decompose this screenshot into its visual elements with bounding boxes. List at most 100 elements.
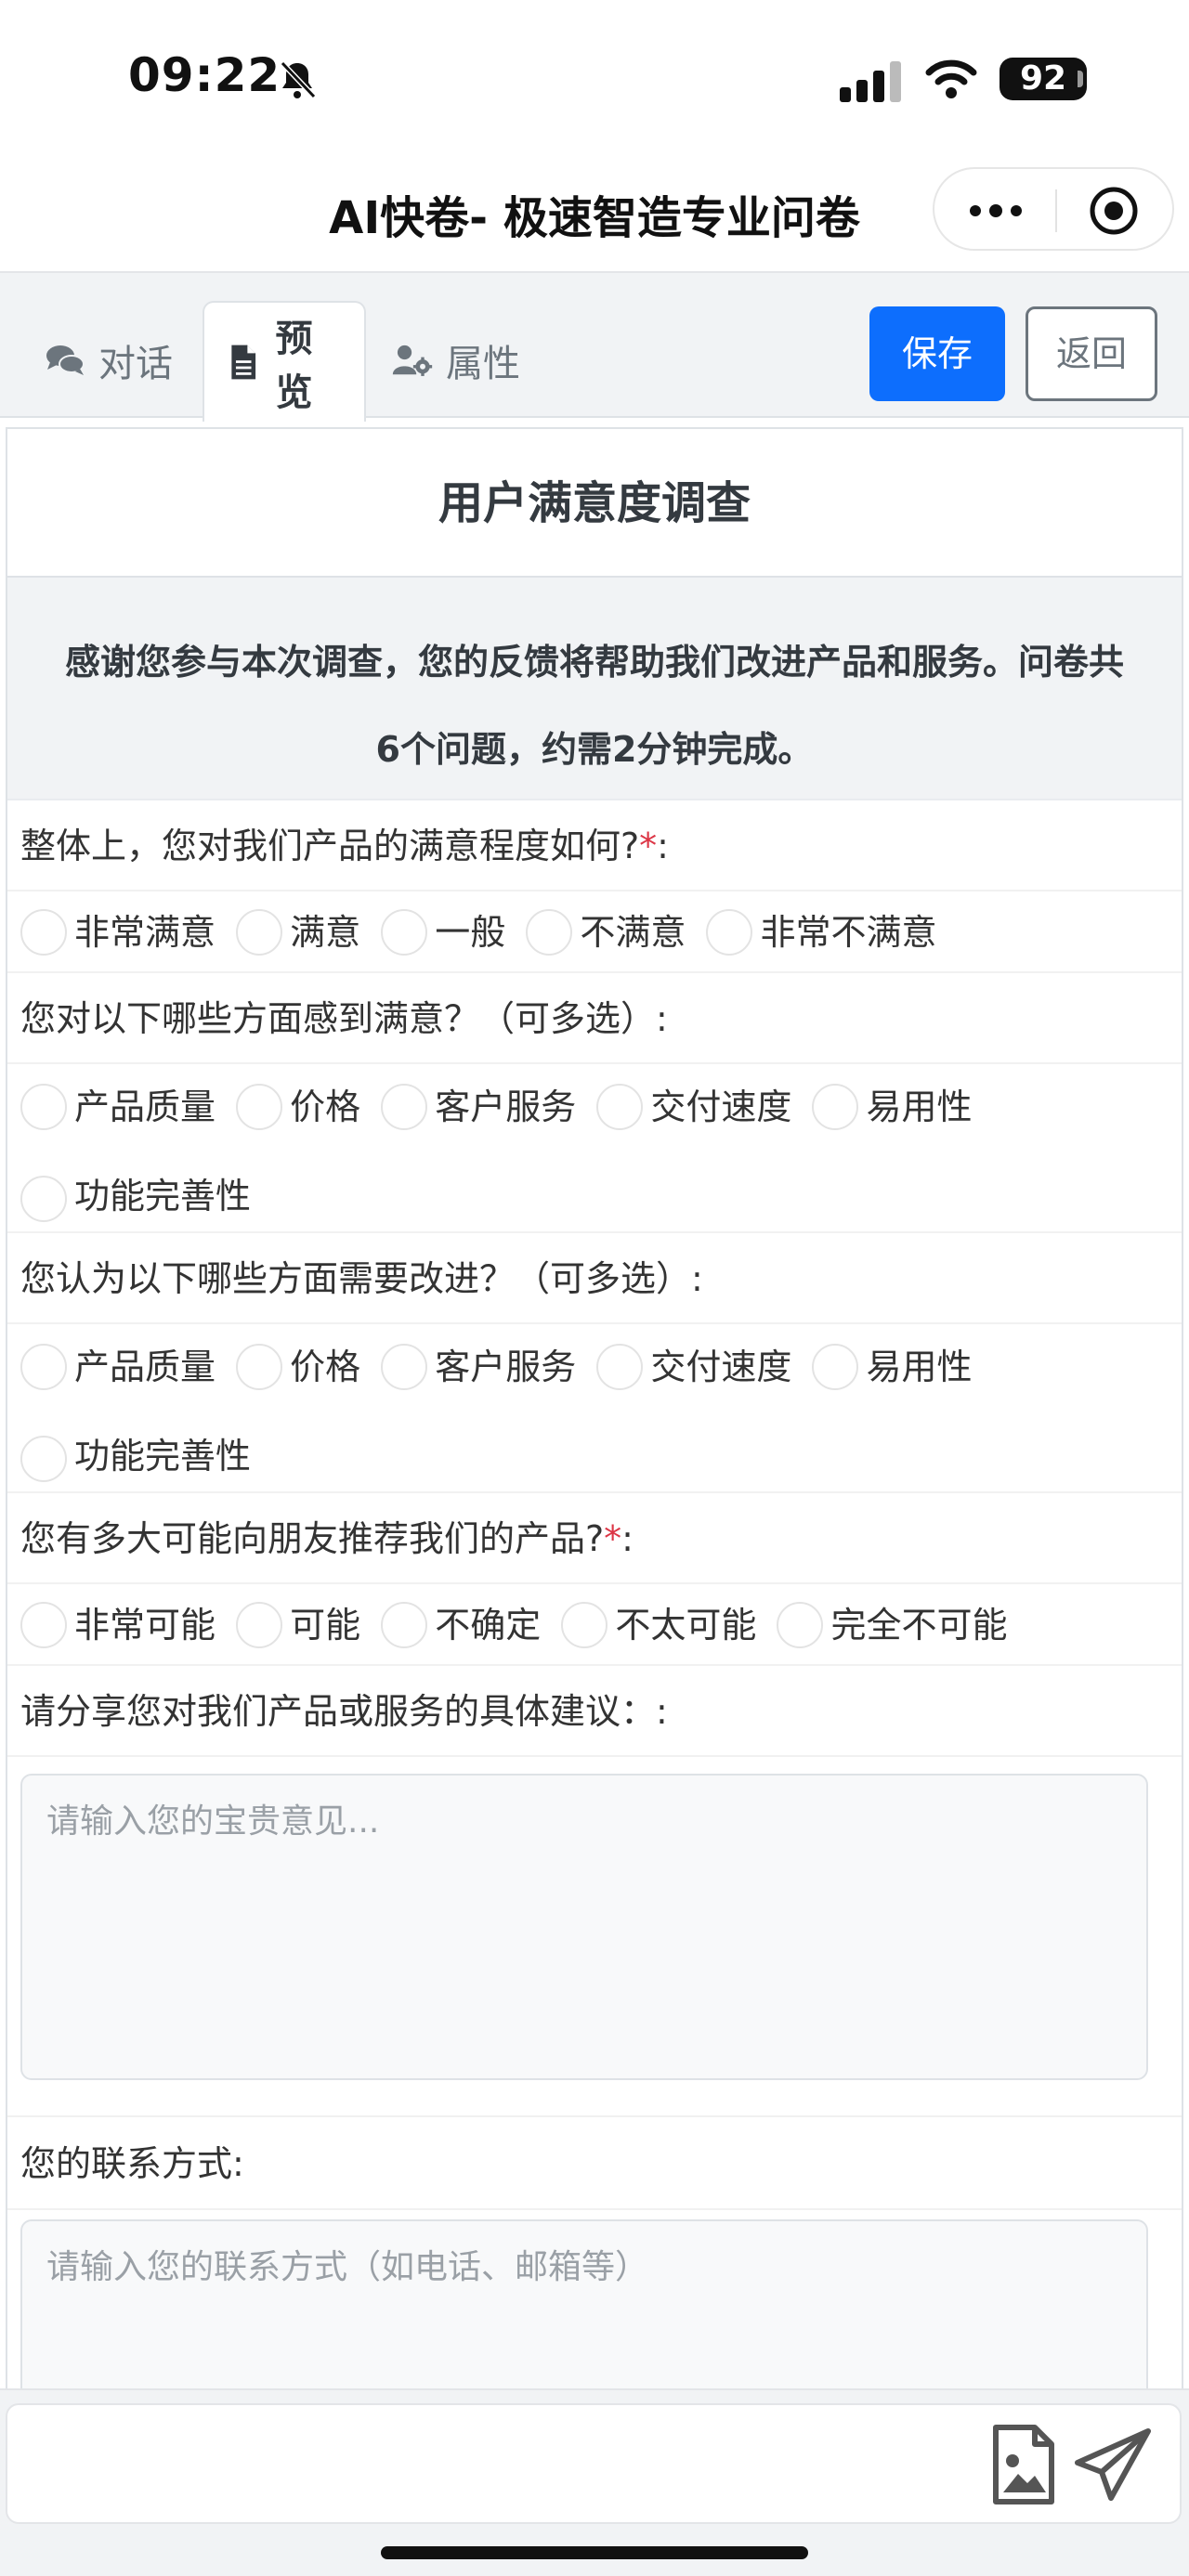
question-1-options: 非常满意 满意 一般 不满意 非常不满意	[7, 891, 1182, 973]
question-2-options: 产品质量 价格 客户服务 交付速度 易用性 功能完善性	[7, 1064, 1182, 1233]
checkbox[interactable]	[236, 1084, 283, 1130]
option-label: 交付速度	[650, 1347, 792, 1387]
radio-button[interactable]	[20, 909, 67, 956]
checkbox[interactable]	[381, 1344, 428, 1390]
question-1: 整体上，您对我们产品的满意程度如何?*:	[7, 800, 1182, 891]
battery-tip	[1078, 71, 1083, 87]
radio-option[interactable]: 不确定	[381, 1584, 541, 1666]
chat-input-bar	[0, 2388, 1189, 2576]
option-label: 满意	[290, 912, 361, 953]
checkbox[interactable]	[20, 1435, 67, 1482]
checkbox[interactable]	[812, 1084, 859, 1130]
back-button[interactable]: 返回	[1026, 306, 1157, 401]
more-dots-icon[interactable]	[968, 199, 1024, 223]
send-paper-plane-icon[interactable]	[1074, 2427, 1152, 2502]
option-label: 产品质量	[74, 1347, 216, 1387]
radio-option[interactable]: 非常可能	[20, 1584, 216, 1666]
question-1-text: 整体上，您对我们产品的满意程度如何?	[20, 826, 640, 866]
question-6: 您的联系方式:	[7, 2117, 1182, 2210]
required-mark: *	[604, 1518, 622, 1559]
radio-option[interactable]: 满意	[236, 891, 360, 973]
option-label: 非常不满意	[760, 912, 937, 953]
contact-placeholder: 请输入您的联系方式（如电话、邮箱等）	[46, 2248, 649, 2286]
tab-chat[interactable]: 对话	[24, 301, 193, 420]
radio-button[interactable]	[381, 1602, 428, 1648]
question-6-text: 您的联系方式:	[20, 2143, 244, 2184]
checkbox-option[interactable]: 价格	[236, 1328, 360, 1406]
radio-button[interactable]	[236, 909, 283, 956]
checkbox[interactable]	[381, 1084, 428, 1130]
option-label: 非常可能	[74, 1605, 216, 1646]
editor-toolbar: 对话 预览 属性 保存 返回	[0, 271, 1189, 422]
option-label: 价格	[290, 1086, 361, 1127]
checkbox-option[interactable]: 客户服务	[381, 1068, 576, 1146]
checkbox-option[interactable]: 易用性	[812, 1328, 972, 1406]
checkbox[interactable]	[596, 1344, 644, 1390]
question-4-options: 非常可能 可能 不确定 不太可能 完全不可能	[7, 1584, 1182, 1666]
option-label: 交付速度	[650, 1086, 792, 1127]
survey-title: 用户满意度调查	[7, 429, 1182, 578]
radio-option[interactable]: 可能	[236, 1584, 360, 1666]
close-target-icon[interactable]	[1089, 186, 1139, 236]
checkbox[interactable]	[20, 1084, 67, 1130]
radio-option[interactable]: 非常满意	[20, 891, 216, 973]
radio-button[interactable]	[236, 1602, 283, 1648]
comments-icon	[46, 345, 85, 375]
radio-option[interactable]: 不太可能	[561, 1584, 756, 1666]
radio-option[interactable]: 一般	[381, 891, 505, 973]
question-3-options: 产品质量 价格 客户服务 交付速度 易用性 功能完善性	[7, 1324, 1182, 1493]
tab-preview-label: 预览	[275, 318, 313, 414]
checkbox-option[interactable]: 功能完善性	[20, 1157, 1159, 1235]
checkbox[interactable]	[236, 1344, 283, 1390]
checkbox[interactable]	[596, 1084, 644, 1130]
option-label: 易用性	[866, 1347, 973, 1387]
option-label: 不太可能	[615, 1605, 757, 1646]
checkbox-option[interactable]: 功能完善性	[20, 1417, 1159, 1495]
checkbox-option[interactable]: 价格	[236, 1068, 360, 1146]
radio-button[interactable]	[381, 909, 428, 956]
radio-button[interactable]	[526, 909, 573, 956]
radio-option[interactable]: 不满意	[526, 891, 686, 973]
tab-preview[interactable]: 预览	[203, 301, 366, 422]
checkbox-option[interactable]: 产品质量	[20, 1328, 216, 1406]
tab-properties[interactable]: 属性	[372, 301, 541, 420]
survey-description: 感谢您参与本次调查，您的反馈将帮助我们改进产品和服务。问卷共6个问题，约需2分钟…	[7, 578, 1182, 800]
save-button[interactable]: 保存	[869, 306, 1005, 401]
question-suffix: :	[657, 826, 669, 866]
question-5: 请分享您对我们产品或服务的具体建议：:	[7, 1666, 1182, 1757]
checkbox-option[interactable]: 交付速度	[596, 1068, 791, 1146]
status-time: 09:22	[128, 48, 281, 102]
checkbox-option[interactable]: 交付速度	[596, 1328, 791, 1406]
cellular-signal-icon	[840, 61, 901, 102]
question-3: 您认为以下哪些方面需要改进？（可多选）:	[7, 1233, 1182, 1324]
question-suffix: :	[621, 1518, 634, 1559]
checkbox-option[interactable]: 易用性	[812, 1068, 972, 1146]
tab-properties-label: 属性	[446, 343, 520, 385]
question-5-text: 请分享您对我们产品或服务的具体建议：:	[20, 1691, 668, 1732]
option-label: 非常满意	[74, 912, 216, 953]
section-spacer	[7, 2080, 1182, 2117]
question-4-text: 您有多大可能向朋友推荐我们的产品?	[20, 1518, 605, 1559]
checkbox[interactable]	[20, 1344, 67, 1390]
wifi-icon	[925, 59, 977, 98]
user-gear-icon	[392, 345, 433, 376]
radio-button[interactable]	[706, 909, 753, 956]
checkbox[interactable]	[20, 1175, 67, 1222]
suggestion-textarea[interactable]: 请输入您的宝贵意见...	[20, 1774, 1148, 2080]
checkbox-option[interactable]: 客户服务	[381, 1328, 576, 1406]
option-label: 功能完善性	[74, 1176, 252, 1216]
radio-button[interactable]	[561, 1602, 608, 1648]
bell-slash-icon	[280, 60, 317, 99]
contact-input[interactable]: 请输入您的联系方式（如电话、邮箱等）	[20, 2219, 1148, 2391]
radio-button[interactable]	[777, 1602, 824, 1648]
required-mark: *	[639, 826, 658, 866]
home-indicator	[381, 2546, 808, 2559]
checkbox-option[interactable]: 产品质量	[20, 1068, 216, 1146]
image-file-icon[interactable]	[992, 2424, 1055, 2505]
radio-button[interactable]	[20, 1602, 67, 1648]
option-label: 可能	[290, 1605, 361, 1646]
radio-option[interactable]: 完全不可能	[777, 1584, 1007, 1666]
checkbox[interactable]	[812, 1344, 859, 1390]
radio-option[interactable]: 非常不满意	[706, 891, 936, 973]
option-label: 功能完善性	[74, 1436, 252, 1477]
